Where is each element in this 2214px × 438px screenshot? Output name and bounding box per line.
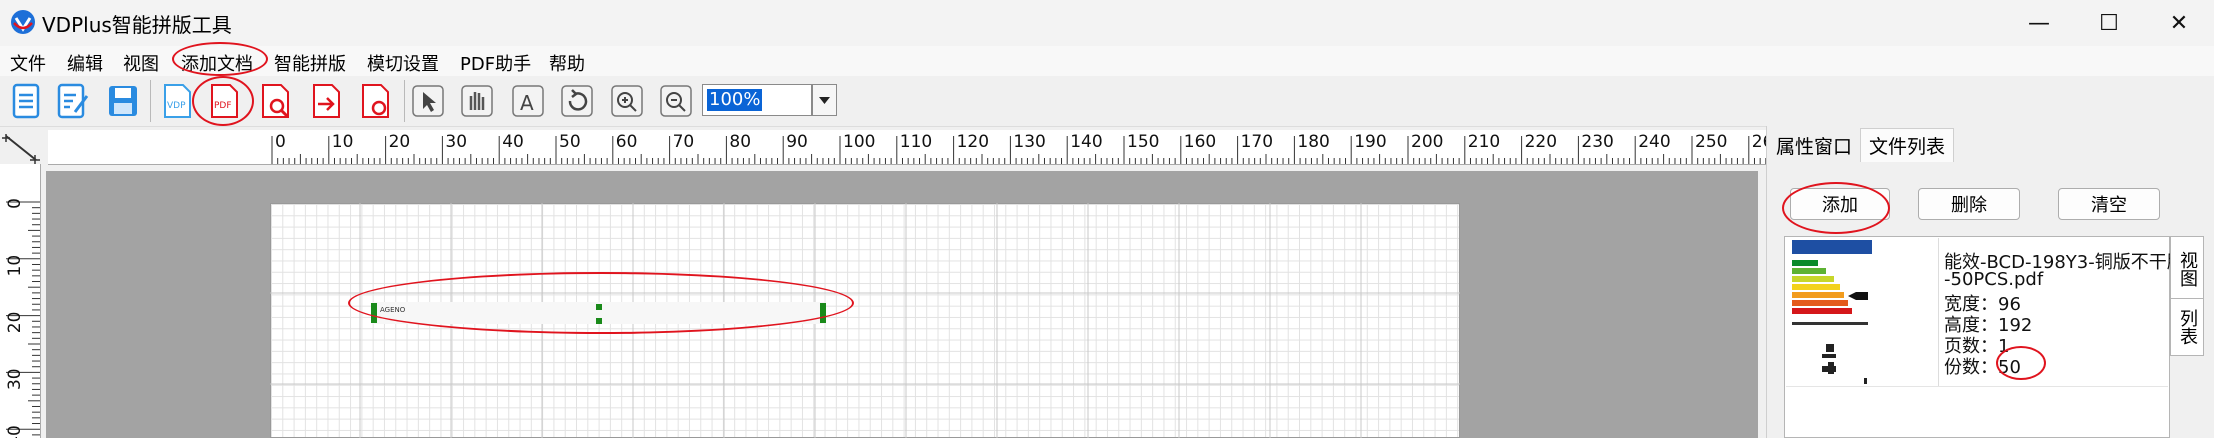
ruler-label: 210 [1468, 132, 1500, 152]
new-document-icon[interactable] [8, 82, 44, 120]
menu-smart-imposition[interactable]: 智能拼版 [274, 50, 346, 76]
zoom-out-icon[interactable] [658, 82, 694, 120]
menu-file[interactable]: 文件 [10, 50, 46, 76]
ruler-label: 40 [502, 132, 524, 152]
minimize-button[interactable]: — [2004, 0, 2074, 46]
select-arrow-icon[interactable] [410, 82, 446, 120]
ruler-label: 60 [616, 132, 638, 152]
ruler-label: 10 [332, 132, 354, 152]
ruler-label: 0 [5, 198, 25, 209]
tab-properties[interactable]: 属性窗口 [1768, 128, 1860, 162]
clear-button[interactable]: 清空 [2058, 188, 2160, 220]
vertical-ruler: 0 10 20 30 40 [0, 164, 41, 438]
pdf-tool-icon[interactable] [357, 82, 393, 120]
title-bar [0, 0, 2214, 46]
ruler-corner [0, 130, 46, 165]
list-divider [1786, 386, 2168, 387]
ruler-label: 10 [5, 255, 25, 277]
zoom-value: 100% [707, 89, 763, 111]
close-button[interactable]: ✕ [2144, 0, 2214, 46]
zoom-input[interactable]: 100% [702, 84, 812, 116]
menu-edit[interactable]: 编辑 [67, 50, 103, 76]
app-title: VDPlus智能拼版工具 [42, 13, 232, 37]
save-icon[interactable] [105, 82, 141, 120]
ruler-label: 50 [559, 132, 581, 152]
app-logo-icon [11, 10, 35, 34]
menu-view[interactable]: 视图 [123, 50, 159, 76]
toolbar-separator [404, 80, 405, 122]
ruler-label: 250 [1695, 132, 1727, 152]
text-tool-icon[interactable]: A [510, 82, 546, 120]
svg-text:VDP: VDP [167, 101, 186, 111]
highlight-circle [192, 76, 254, 126]
highlight-circle [348, 272, 854, 334]
ruler-label: 190 [1354, 132, 1386, 152]
ruler-label: 230 [1581, 132, 1613, 152]
ruler-label: 240 [1638, 132, 1670, 152]
rotate-icon[interactable] [559, 82, 595, 120]
ruler-label: 70 [673, 132, 695, 152]
toolbar-separator [150, 80, 151, 122]
svg-text:A: A [520, 91, 534, 115]
zoom-dropdown-button[interactable] [812, 84, 837, 116]
menu-die-cut-settings[interactable]: 模切设置 [367, 50, 439, 76]
file-name-line2: -50PCS.pdf [1944, 269, 2044, 290]
ruler-label: 110 [900, 132, 932, 152]
highlight-circle [1996, 346, 2046, 380]
hand-pan-icon[interactable] [459, 82, 495, 120]
menu-help[interactable]: 帮助 [549, 50, 585, 76]
ruler-label: 120 [957, 132, 989, 152]
file-copies-label: 份数： [1944, 357, 1998, 378]
ruler-label: 90 [786, 132, 808, 152]
ruler-label: 130 [1013, 132, 1045, 152]
side-tab-view[interactable]: 视图 [2170, 236, 2204, 302]
pdf-search-icon[interactable] [257, 82, 293, 120]
ruler-label: 160 [1184, 132, 1216, 152]
vdp-file-icon[interactable]: VDP [159, 82, 195, 120]
ruler-label: 80 [729, 132, 751, 152]
tab-file-list[interactable]: 文件列表 [1860, 128, 1954, 162]
delete-button[interactable]: 删除 [1918, 188, 2020, 220]
ruler-label: 140 [1070, 132, 1102, 152]
side-tab-list[interactable]: 列表 [2170, 298, 2204, 356]
ruler-label: 30 [445, 132, 467, 152]
crosshair-icon [2, 134, 40, 165]
file-thumbnail[interactable] [1786, 238, 1939, 387]
horizontal-ruler-ticks: 0 10 20 30 40 50 60 70 80 90 100 110 120 130 140 150 160… [271, 132, 1768, 164]
highlight-circle [1782, 182, 1890, 234]
highlight-circle [172, 42, 268, 76]
ruler-label: 100 [843, 132, 875, 152]
ruler-label: 180 [1297, 132, 1329, 152]
zoom-in-icon[interactable] [609, 82, 645, 120]
maximize-button[interactable]: ☐ [2074, 0, 2144, 46]
vertical-ruler-ticks: 0 10 20 30 40 [5, 198, 40, 438]
ruler-label: 200 [1411, 132, 1443, 152]
edit-document-icon[interactable] [55, 82, 91, 120]
energy-label-thumbnail-icon [1792, 240, 1872, 384]
ruler-label: 20 [5, 312, 25, 334]
horizontal-ruler: 0 10 20 30 40 50 60 70 80 90 100 110 120 130 140 150 160… [48, 130, 1768, 165]
ruler-label: 170 [1241, 132, 1273, 152]
ruler-label: 150 [1127, 132, 1159, 152]
ruler-label: 20 [389, 132, 411, 152]
ruler-label: 220 [1525, 132, 1557, 152]
ruler-label: 30 [5, 368, 25, 390]
ruler-label: 0 [275, 132, 286, 152]
ruler-label: 40 [5, 425, 25, 438]
chevron-down-icon [819, 97, 830, 104]
pdf-export-icon[interactable] [308, 82, 344, 120]
menu-pdf-assistant[interactable]: PDF助手 [460, 50, 531, 76]
